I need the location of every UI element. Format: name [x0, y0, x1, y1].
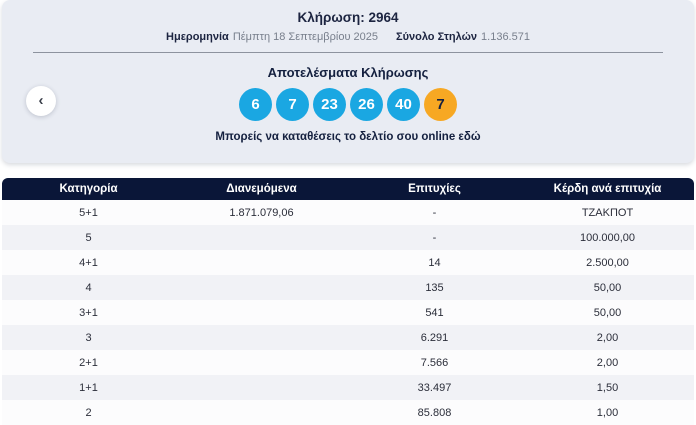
- table-row: 2+1 7.566 2,00: [2, 350, 694, 375]
- table-row: 4+1 14 2.500,00: [2, 250, 694, 275]
- table-cell: 50,00: [593, 281, 622, 294]
- table-cell: 2+1: [79, 356, 98, 369]
- column-header: Κατηγορία: [59, 183, 118, 195]
- winning-number-ball: 6: [239, 88, 272, 121]
- total-columns: Σύνολο Στηλών 1.136.571: [396, 31, 530, 43]
- submit-slip-cta[interactable]: Μπορείς να καταθέσεις το δελτίο σου onli…: [2, 131, 694, 143]
- table-cell: 14: [428, 256, 441, 269]
- table-cell: ΤΖΑΚΠΟΤ: [581, 206, 634, 219]
- total-columns-value: 1.136.571: [481, 31, 530, 43]
- results-title: Αποτελέσματα Κλήρωσης: [267, 65, 429, 80]
- table-row: 5+1 1.871.079,06 - ΤΖΑΚΠΟΤ: [2, 200, 694, 225]
- table-cell: 2: [85, 406, 92, 419]
- table-cell: -: [432, 231, 437, 244]
- column-header: Διανεμόμενα: [226, 183, 297, 195]
- table-row: 1+1 33.497 1,50: [2, 375, 694, 400]
- column-header: Κέρδη ανά επιτυχία: [553, 183, 662, 195]
- winning-number-ball: 26: [350, 88, 383, 121]
- table-cell: 1,50: [596, 381, 619, 394]
- winning-number-ball: 23: [313, 88, 346, 121]
- chevron-left-icon: ‹: [38, 91, 44, 109]
- table-cell: 7.566: [420, 356, 449, 369]
- table-cell: 2,00: [596, 331, 619, 344]
- column-header: Επιτυχίες: [408, 183, 461, 195]
- table-cell: -: [432, 206, 437, 219]
- winning-number-ball: 7: [276, 88, 309, 121]
- table-cell: 3: [85, 331, 92, 344]
- total-columns-label: Σύνολο Στηλών: [395, 31, 478, 43]
- table-row: 2 85.808 1,00: [2, 400, 694, 425]
- draw-meta: Ημερομηνία Πέμπτη 18 Σεπτεμβρίου 2025 Σύ…: [2, 31, 694, 43]
- table-cell: 1.871.079,06: [229, 206, 294, 219]
- table-cell: 1,00: [596, 406, 619, 419]
- table-cell: 4+1: [79, 256, 98, 269]
- bonus-number-ball: 7: [424, 88, 457, 121]
- draw-date-value: Πέμπτη 18 Σεπτεμβρίου 2025: [232, 31, 378, 43]
- winning-numbers: 6 7 23 26 40 7: [2, 88, 694, 121]
- draw-results-card: Κλήρωση: 2964 Ημερομηνία Πέμπτη 18 Σεπτε…: [2, 0, 694, 163]
- table-cell: 5+1: [79, 206, 98, 219]
- table-cell: 541: [425, 306, 444, 319]
- table-cell: 33.497: [417, 381, 452, 394]
- table-row: 3 6.291 2,00: [2, 325, 694, 350]
- table-row: 4 135 50,00: [2, 275, 694, 300]
- carousel-prev-button[interactable]: ‹: [26, 86, 56, 116]
- table-cell: 2,00: [596, 356, 619, 369]
- winning-number-ball: 40: [387, 88, 420, 121]
- table-cell: 5: [85, 231, 92, 244]
- table-row: 3+1 541 50,00: [2, 300, 694, 325]
- table-cell: 2.500,00: [586, 256, 629, 269]
- table-cell: 85.808: [417, 406, 452, 419]
- prize-table: Κατηγορία Διανεμόμενα Επιτυχίες Κέρδη ανά ε…: [2, 178, 694, 425]
- table-cell: 50,00: [593, 306, 622, 319]
- table-cell: 100.000,00: [579, 231, 636, 244]
- table-row: 5 - 100.000,00: [2, 225, 694, 250]
- draw-date-label: Ημερομηνία: [166, 31, 229, 43]
- draw-title: Κλήρωση: 2964: [297, 10, 399, 25]
- table-cell: 135: [425, 281, 444, 294]
- prize-table-header: Κατηγορία Διανεμόμενα Επιτυχίες Κέρδη ανά ε…: [2, 178, 694, 200]
- prize-table-body: 5+1 1.871.079,06 - ΤΖΑΚΠΟΤ 5 - 100.000,00 4+1 14…: [2, 200, 694, 425]
- table-cell: 1+1: [79, 381, 98, 394]
- table-cell: 6.291: [420, 331, 449, 344]
- table-cell: 3+1: [79, 306, 98, 319]
- divider: [33, 52, 663, 53]
- draw-date: Ημερομηνία Πέμπτη 18 Σεπτεμβρίου 2025: [166, 31, 378, 43]
- table-cell: 4: [85, 281, 92, 294]
